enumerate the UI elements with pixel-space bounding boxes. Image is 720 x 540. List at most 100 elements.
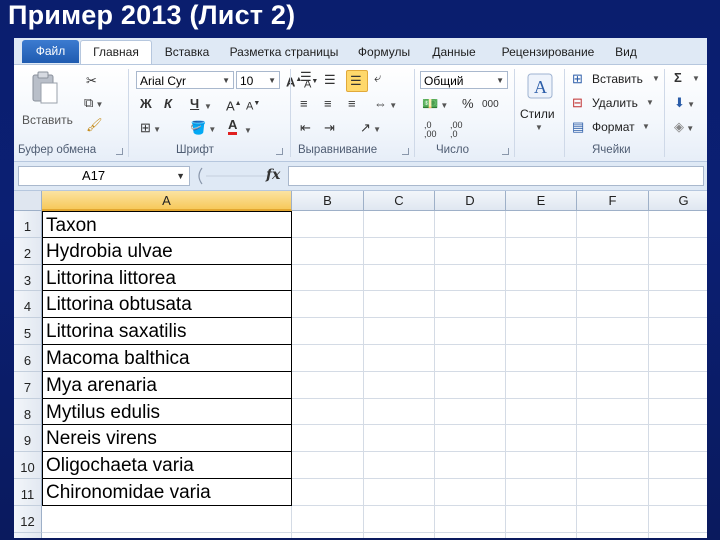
- cell-b9[interactable]: [292, 425, 364, 453]
- cell-e8[interactable]: [506, 398, 577, 426]
- cell-d2[interactable]: [435, 237, 506, 265]
- number-format-combo[interactable]: Общий ▼: [420, 71, 508, 89]
- insert-dropdown-icon[interactable]: ▼: [652, 74, 660, 83]
- orientation-icon[interactable]: ↗ ▼: [360, 120, 381, 138]
- autosum-dropdown-icon[interactable]: ▼: [692, 74, 700, 83]
- insert-cells-label[interactable]: Вставить: [592, 72, 643, 86]
- column-header-d[interactable]: D: [435, 191, 506, 211]
- cell-e11[interactable]: [506, 479, 577, 506]
- cell-b5[interactable]: [292, 318, 364, 345]
- formula-bar-divider-handle[interactable]: [192, 166, 272, 186]
- wrap-text-icon[interactable]: ⤶: [374, 70, 381, 86]
- cell-b12[interactable]: [292, 505, 364, 533]
- tab-home[interactable]: Главная: [80, 40, 152, 64]
- cell-g2[interactable]: [649, 238, 707, 265]
- cell-a2[interactable]: Hydrobia ulvae: [42, 237, 292, 265]
- cell-e6[interactable]: [506, 345, 577, 372]
- percent-button[interactable]: %: [462, 96, 474, 112]
- cell-b13[interactable]: [292, 532, 364, 538]
- column-header-e[interactable]: E: [506, 191, 577, 211]
- grow-font-alt-icon[interactable]: A▲: [226, 96, 242, 114]
- cell-a7[interactable]: Mya arenaria: [42, 371, 292, 399]
- cell-g13[interactable]: [649, 533, 707, 538]
- insert-cells-icon[interactable]: ⊞: [572, 71, 583, 87]
- cell-a10[interactable]: Oligochaeta varia: [42, 452, 292, 479]
- row-header-6[interactable]: 6: [14, 345, 42, 372]
- clipboard-launcher-icon[interactable]: [116, 148, 123, 155]
- cell-d6[interactable]: [435, 345, 506, 372]
- cell-g9[interactable]: [649, 425, 707, 453]
- formula-input[interactable]: [288, 166, 704, 186]
- delete-dropdown-icon[interactable]: ▼: [646, 98, 654, 107]
- cell-c6[interactable]: [364, 345, 435, 372]
- delete-cells-label[interactable]: Удалить: [592, 96, 638, 110]
- cell-f7[interactable]: [577, 371, 649, 399]
- cell-d13[interactable]: [435, 532, 506, 538]
- cell-g10[interactable]: [649, 452, 707, 479]
- column-header-a[interactable]: A: [42, 191, 292, 211]
- cell-d11[interactable]: [435, 479, 506, 506]
- cell-b2[interactable]: [292, 237, 364, 265]
- cell-e10[interactable]: [506, 452, 577, 479]
- align-left-icon[interactable]: ≡: [300, 96, 308, 112]
- cell-d5[interactable]: [435, 318, 506, 345]
- cell-g4[interactable]: [649, 291, 707, 319]
- insert-function-button[interactable]: fx: [266, 167, 280, 183]
- increase-decimal-button[interactable]: ,0 ,00: [424, 121, 446, 139]
- merge-center-icon[interactable]: ⇔ ▼: [374, 96, 397, 114]
- delete-cells-icon[interactable]: ⊟: [572, 95, 583, 111]
- italic-button[interactable]: К: [164, 96, 172, 112]
- cell-b3[interactable]: [292, 264, 364, 292]
- align-bottom-button[interactable]: ☰: [346, 70, 368, 92]
- font-color-icon[interactable]: A: [228, 118, 238, 135]
- align-top-icon[interactable]: ☰: [300, 69, 312, 85]
- cell-c12[interactable]: [364, 505, 435, 533]
- fill-down-icon[interactable]: ⬇ ▼: [674, 95, 695, 113]
- cell-c8[interactable]: [364, 398, 435, 426]
- cell-d8[interactable]: [435, 398, 506, 426]
- tab-formulas[interactable]: Формулы: [348, 41, 420, 63]
- alignment-launcher-icon[interactable]: [402, 148, 409, 155]
- tab-review[interactable]: Рецензирование: [488, 41, 608, 63]
- cell-b10[interactable]: [292, 452, 364, 479]
- cell-e12[interactable]: [506, 505, 577, 533]
- format-painter-icon[interactable]: 🖌: [86, 117, 103, 133]
- fill-color-icon[interactable]: 🪣 ▼: [190, 120, 216, 138]
- cell-c13[interactable]: [364, 532, 435, 538]
- cell-f13[interactable]: [577, 532, 649, 538]
- cell-c1[interactable]: [364, 211, 435, 238]
- tab-view[interactable]: Вид: [606, 41, 646, 63]
- row-header-12[interactable]: 12: [14, 505, 42, 533]
- cell-g1[interactable]: [649, 211, 707, 238]
- cell-f5[interactable]: [577, 318, 649, 345]
- align-right-icon[interactable]: ≡: [348, 96, 356, 112]
- borders-icon[interactable]: ⊞ ▼: [140, 120, 161, 138]
- cell-e5[interactable]: [506, 318, 577, 345]
- row-header-2[interactable]: 2: [14, 237, 42, 265]
- row-header-5[interactable]: 5: [14, 318, 42, 345]
- bold-button[interactable]: Ж: [140, 96, 152, 112]
- cell-e13[interactable]: [506, 532, 577, 538]
- cell-g5[interactable]: [649, 318, 707, 345]
- font-size-combo[interactable]: 10 ▼: [236, 71, 280, 89]
- underline-button[interactable]: Ч: [190, 96, 199, 112]
- font-launcher-icon[interactable]: [276, 148, 283, 155]
- cell-e9[interactable]: [506, 425, 577, 453]
- autosum-button[interactable]: Σ: [674, 70, 682, 86]
- cell-d3[interactable]: [435, 264, 506, 292]
- cell-d4[interactable]: [435, 291, 506, 319]
- cell-f4[interactable]: [577, 291, 649, 319]
- align-center-icon[interactable]: ≡: [324, 96, 332, 112]
- cell-f10[interactable]: [577, 452, 649, 479]
- cell-g6[interactable]: [649, 345, 707, 372]
- cell-d10[interactable]: [435, 452, 506, 479]
- cell-a5[interactable]: Littorina saxatilis: [42, 318, 292, 345]
- row-header-13[interactable]: 13: [14, 532, 42, 538]
- tab-page-layout[interactable]: Разметка страницы: [218, 41, 350, 63]
- underline-dropdown-icon[interactable]: ▼: [204, 99, 212, 115]
- cell-g3[interactable]: [649, 265, 707, 292]
- cell-f11[interactable]: [577, 479, 649, 506]
- cell-b6[interactable]: [292, 345, 364, 372]
- cell-e3[interactable]: [506, 264, 577, 292]
- cell-e2[interactable]: [506, 237, 577, 265]
